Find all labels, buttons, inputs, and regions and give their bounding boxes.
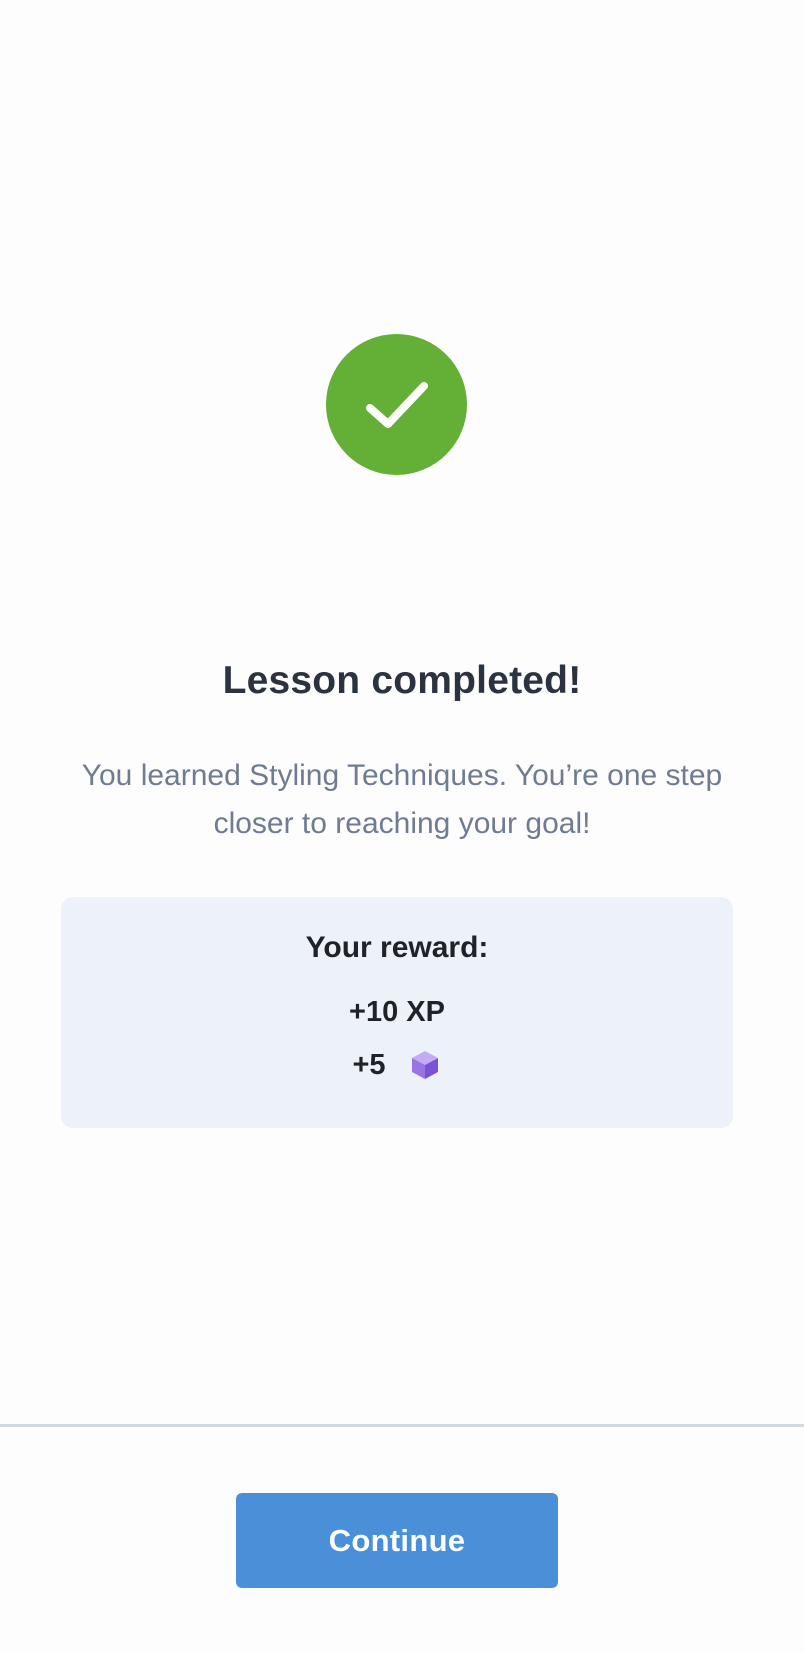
reward-gems-value: +5 [352, 1049, 386, 1081]
reward-xp: +10 XP [349, 996, 445, 1028]
reward-title: Your reward: [305, 931, 489, 964]
reward-gems-row: +5 [61, 1044, 733, 1086]
reward-card: Your reward: +10 XP +5 [61, 897, 733, 1128]
lesson-complete-screen: Lesson completed! You learned Styling Te… [0, 0, 804, 1653]
purple-cube-icon [408, 1048, 442, 1082]
continue-button[interactable]: Continue [236, 1493, 558, 1588]
completion-message: You learned Styling Techniques. You’re o… [81, 759, 723, 840]
footer-divider [0, 1424, 804, 1427]
checkmark-circle-icon [326, 334, 467, 475]
checkmark-icon [365, 381, 428, 428]
page-title: Lesson completed! [222, 659, 582, 702]
